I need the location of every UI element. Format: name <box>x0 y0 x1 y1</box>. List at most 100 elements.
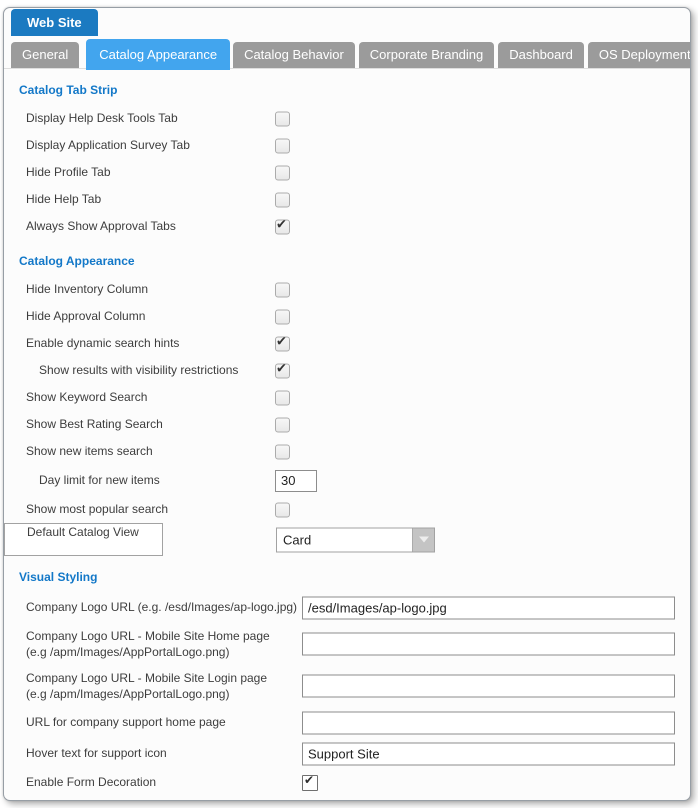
field-control <box>302 801 344 802</box>
input-splitter-height-offset[interactable] <box>302 801 344 802</box>
select-default-catalog-view[interactable]: Card <box>276 527 435 552</box>
checkbox-hide-inventory-column[interactable] <box>275 282 290 297</box>
field-control <box>275 390 290 405</box>
field-control <box>302 711 675 734</box>
chevron-down-icon <box>419 537 429 543</box>
section-catalog-tab-strip: Display Help Desk Tools Tab Display Appli… <box>4 105 690 240</box>
checkbox-enable-form-decoration[interactable]: ✔ <box>302 775 318 791</box>
field-control <box>275 444 290 459</box>
field-label: Show Keyword Search <box>26 389 147 405</box>
tab-catalog-behavior[interactable]: Catalog Behavior <box>233 42 355 68</box>
checkmark-icon: ✔ <box>276 334 287 347</box>
field-label: Show Best Rating Search <box>26 416 163 432</box>
tab-os-deployment[interactable]: OS Deployment <box>588 42 691 68</box>
field-control <box>275 111 290 126</box>
field-label: Show most popular search <box>26 501 168 517</box>
row-hide-help-tab: Hide Help Tab <box>4 186 690 213</box>
section-visual-styling: Company Logo URL (e.g. /esd/Images/ap-lo… <box>4 592 690 801</box>
row-default-catalog-view: Default Catalog ViewCard <box>4 523 163 556</box>
field-label: Show results with visibility restriction… <box>39 362 238 378</box>
field-control <box>302 742 675 765</box>
field-control <box>302 675 675 698</box>
tab-general[interactable]: General <box>11 42 79 68</box>
checkbox-show-best-rating-search[interactable] <box>275 417 290 432</box>
row-company-logo-url-e-g-esd-images-ap-logo-jpg: Company Logo URL (e.g. /esd/Images/ap-lo… <box>4 592 690 623</box>
field-label: Company Logo URL (e.g. /esd/Images/ap-lo… <box>26 599 297 615</box>
row-always-show-approval-tabs: Always Show Approval Tabs ✔ <box>4 213 690 240</box>
field-label: Hide Approval Column <box>26 308 145 324</box>
row-display-help-desk-tools-tab: Display Help Desk Tools Tab <box>4 105 690 132</box>
field-label: Hide Inventory Column <box>26 281 148 297</box>
checkbox-enable-dynamic-search-hints[interactable]: ✔ <box>275 336 290 351</box>
field-label: Company Logo URL - Mobile Site Login pag… <box>26 670 267 702</box>
row-day-limit-for-new-items: Day limit for new items <box>4 465 690 496</box>
input-hover-text-for-support-icon[interactable] <box>302 742 675 765</box>
field-control: ✔ <box>275 219 290 234</box>
field-label: Show new items search <box>26 443 153 459</box>
checkbox-hide-approval-column[interactable] <box>275 309 290 324</box>
checkbox-show-results-with-visibility-restrictions[interactable]: ✔ <box>275 363 290 378</box>
settings-panel: Web Site GeneralCatalog AppearanceCatalo… <box>3 7 691 801</box>
checkbox-hide-help-tab[interactable] <box>275 192 290 207</box>
dropdown-button[interactable] <box>412 528 434 551</box>
field-control <box>275 502 290 517</box>
field-control <box>275 309 290 324</box>
field-control <box>275 282 290 297</box>
field-label: Always Show Approval Tabs <box>26 218 176 234</box>
tab-strip: General Catalog AppearanceCatalog Behavio… <box>4 36 690 69</box>
checkmark-icon: ✔ <box>304 774 314 786</box>
checkmark-icon: ✔ <box>276 361 287 374</box>
row-show-new-items-search: Show new items search <box>4 438 690 465</box>
checkbox-always-show-approval-tabs[interactable]: ✔ <box>275 219 290 234</box>
checkbox-hide-profile-tab[interactable] <box>275 165 290 180</box>
checkbox-show-keyword-search[interactable] <box>275 390 290 405</box>
checkbox-show-most-popular-search[interactable] <box>275 502 290 517</box>
row-show-most-popular-search: Show most popular search <box>4 496 690 523</box>
field-control <box>275 138 290 153</box>
field-label: Hide Help Tab <box>26 191 101 207</box>
settings-content: Catalog Tab StripDisplay Help Desk Tools… <box>4 83 690 801</box>
row-enable-form-decoration: Enable Form Decoration ✔ <box>4 769 690 796</box>
field-control: Card <box>276 527 435 552</box>
row-display-application-survey-tab: Display Application Survey Tab <box>4 132 690 159</box>
row-url-for-company-support-home-page: URL for company support home page <box>4 707 690 738</box>
row-hide-inventory-column: Hide Inventory Column <box>4 276 690 303</box>
section-title-catalog-appearance: Catalog Appearance <box>19 254 690 268</box>
field-label: Hide Profile Tab <box>26 164 111 180</box>
section-catalog-appearance: Hide Inventory Column Hide Approval Colum… <box>4 276 690 556</box>
checkbox-display-application-survey-tab[interactable] <box>275 138 290 153</box>
input-company-logo-url-e-g-esd-images-ap-logo-jpg[interactable] <box>302 596 675 619</box>
field-control <box>275 165 290 180</box>
input-company-logo-url-mobile-site-login-page[interactable] <box>302 675 675 698</box>
row-show-keyword-search: Show Keyword Search <box>4 384 690 411</box>
checkbox-display-help-desk-tools-tab[interactable] <box>275 111 290 126</box>
input-company-logo-url-mobile-site-home-page[interactable] <box>302 633 675 656</box>
field-label: Day limit for new items <box>39 472 160 488</box>
row-company-logo-url-mobile-site-home-page: Company Logo URL - Mobile Site Home page… <box>4 623 690 665</box>
tab-web-site[interactable]: Web Site <box>11 9 98 36</box>
input-url-for-company-support-home-page[interactable] <box>302 711 675 734</box>
field-label: Display Help Desk Tools Tab <box>26 110 178 126</box>
field-label: Company Logo URL - Mobile Site Home page… <box>26 628 270 660</box>
field-control <box>275 417 290 432</box>
tab-corporate-branding[interactable]: Corporate Branding <box>359 42 494 68</box>
row-show-best-rating-search: Show Best Rating Search <box>4 411 690 438</box>
select-value: Card <box>277 528 412 551</box>
field-control: ✔ <box>275 336 290 351</box>
field-control <box>302 596 675 619</box>
field-label: Enable Form Decoration <box>26 774 156 790</box>
row-company-logo-url-mobile-site-login-page: Company Logo URL - Mobile Site Login pag… <box>4 665 690 707</box>
row-hide-profile-tab: Hide Profile Tab <box>4 159 690 186</box>
tab-catalog-appearance[interactable]: Catalog Appearance <box>86 39 230 70</box>
row-hide-approval-column: Hide Approval Column <box>4 303 690 330</box>
field-control <box>302 633 675 656</box>
field-label: Display Application Survey Tab <box>26 137 190 153</box>
field-control <box>275 192 290 207</box>
checkbox-show-new-items-search[interactable] <box>275 444 290 459</box>
field-label: URL for company support home page <box>26 714 226 730</box>
section-title-visual-styling: Visual Styling <box>19 570 690 584</box>
field-label: Hover text for support icon <box>26 745 167 761</box>
row-enable-dynamic-search-hints: Enable dynamic search hints✔ <box>4 330 690 357</box>
tab-dashboard[interactable]: Dashboard <box>498 42 584 68</box>
input-day-limit-for-new-items[interactable] <box>275 470 317 492</box>
